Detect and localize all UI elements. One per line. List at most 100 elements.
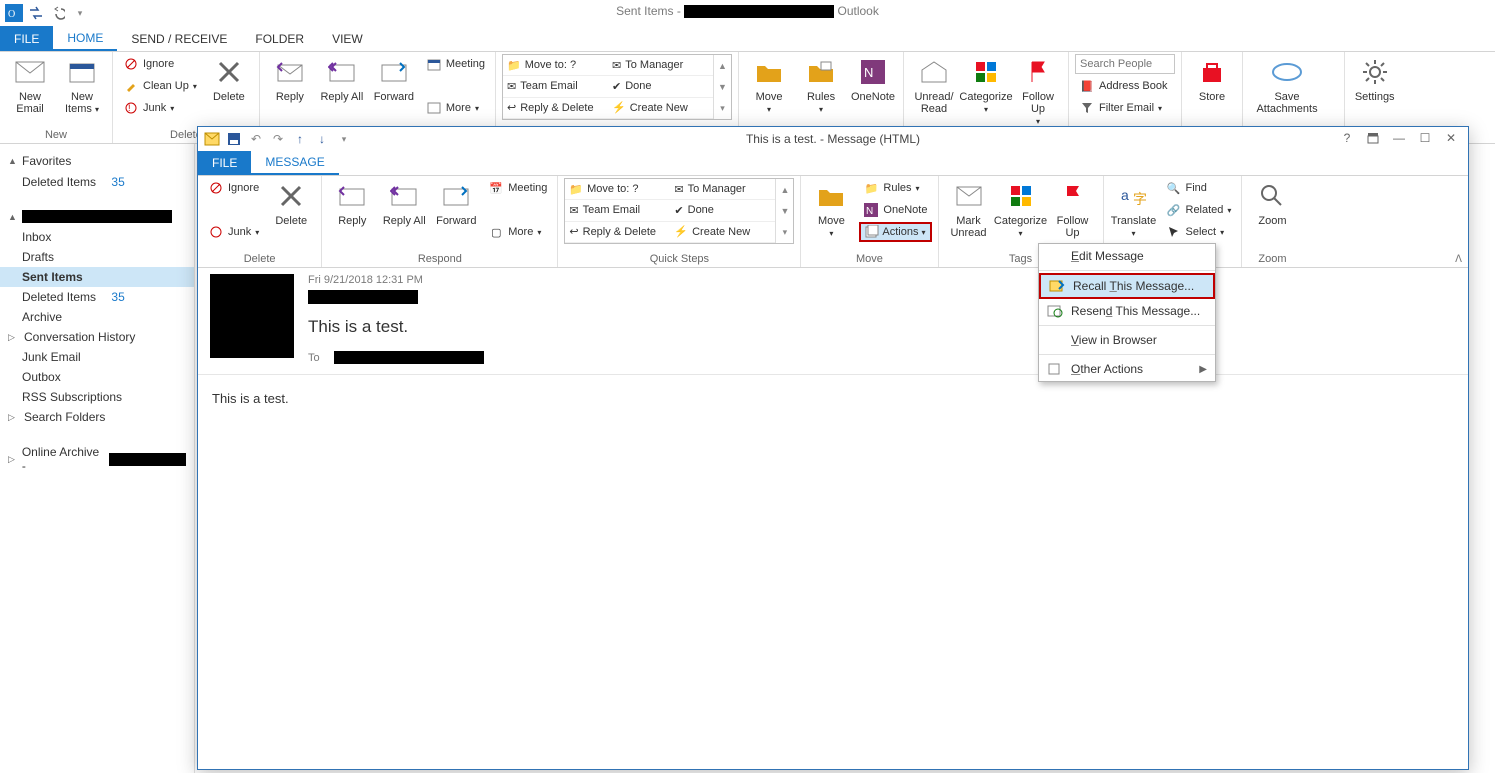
undo-icon[interactable]	[48, 3, 68, 23]
folder-deleted-items[interactable]: Deleted Items 35	[0, 287, 194, 307]
filter-email-button[interactable]: Filter Email▾	[1075, 98, 1175, 118]
qs-teamemail[interactable]: ✉Team Email	[503, 76, 608, 97]
msg-delete-button[interactable]: Delete	[267, 178, 315, 227]
menu-resend-message[interactable]: Resend This Message...	[1039, 299, 1215, 323]
folder-junk-email[interactable]: Junk Email	[0, 347, 194, 367]
menu-view-in-browser[interactable]: View in Browser	[1039, 328, 1215, 352]
folder-inbox[interactable]: Inbox	[0, 227, 194, 247]
undo-icon[interactable]: ↶	[246, 129, 266, 149]
followup-button[interactable]: Follow Up▾	[1014, 54, 1062, 128]
save-attachments-button[interactable]: Save Attachments	[1249, 54, 1325, 115]
qs-createnew[interactable]: ⚡Create New	[608, 98, 713, 119]
more-respond-button[interactable]: More▾	[422, 98, 489, 118]
qs-moveto[interactable]: 📁Move to: ?	[503, 55, 608, 76]
qs-down-arrow[interactable]: ▼	[713, 76, 731, 97]
ribbon-options-icon[interactable]	[1360, 127, 1386, 149]
msg-qs-tomanager[interactable]: ✉To Manager	[670, 179, 775, 200]
new-email-button[interactable]: New Email	[6, 54, 54, 115]
msg-qs-down[interactable]: ▼	[775, 200, 793, 221]
favorites-header[interactable]: ▲Favorites	[0, 150, 194, 172]
msg-ignore-button[interactable]: Ignore	[204, 178, 263, 198]
fav-deleted-items[interactable]: Deleted Items 35	[0, 172, 194, 192]
junk-button[interactable]: !Junk▾	[119, 98, 201, 118]
msg-qs-up[interactable]: ▲	[775, 179, 793, 200]
msg-quick-steps-gallery[interactable]: 📁Move to: ? ✉To Manager ▲ ✉Team Email ✔D…	[564, 178, 794, 244]
new-items-button[interactable]: New Items ▾	[58, 54, 106, 116]
meeting-button[interactable]: Meeting	[422, 54, 489, 74]
msg-meeting-button[interactable]: 📅Meeting	[484, 178, 551, 198]
reply-all-button[interactable]: Reply All	[318, 54, 366, 103]
folder-archive[interactable]: Archive	[0, 307, 194, 327]
folder-outbox[interactable]: Outbox	[0, 367, 194, 387]
msg-qs-more[interactable]: ▾	[775, 222, 793, 243]
find-button[interactable]: 🔍Find	[1162, 178, 1236, 198]
qs-up-arrow[interactable]: ▲	[713, 55, 731, 76]
categorize-button[interactable]: Categorize▾	[962, 54, 1010, 116]
prev-item-icon[interactable]: ↑	[290, 129, 310, 149]
qs-done[interactable]: ✔Done	[608, 76, 713, 97]
redo-icon[interactable]: ↷	[268, 129, 288, 149]
tab-folder[interactable]: FOLDER	[241, 26, 318, 51]
save-icon[interactable]	[224, 129, 244, 149]
cleanup-button[interactable]: Clean Up▾	[119, 76, 201, 96]
folder-conversation-history[interactable]: ▷Conversation History	[0, 327, 194, 347]
related-button[interactable]: 🔗Related▾	[1162, 200, 1236, 220]
msg-reply-all-button[interactable]: Reply All	[380, 178, 428, 227]
msg-tab-file[interactable]: FILE	[198, 151, 251, 175]
qs-tomanager[interactable]: ✉To Manager	[608, 55, 713, 76]
menu-other-actions[interactable]: Other Actions▶	[1039, 357, 1215, 381]
zoom-button[interactable]: Zoom	[1248, 178, 1296, 227]
folder-rss[interactable]: RSS Subscriptions	[0, 387, 194, 407]
msg-actions-button[interactable]: Actions▾	[859, 222, 931, 242]
msg-more-respond-button[interactable]: ▢More▾	[484, 222, 551, 242]
msg-qat-customize-icon[interactable]: ▾	[334, 129, 354, 149]
rules-button[interactable]: Rules▾	[797, 54, 845, 116]
select-button[interactable]: Select▾	[1162, 222, 1236, 242]
unread-read-button[interactable]: Unread/ Read	[910, 54, 958, 115]
folder-drafts[interactable]: Drafts	[0, 247, 194, 267]
msg-onenote-button[interactable]: NOneNote	[859, 200, 931, 220]
qs-more-arrow[interactable]: ▾	[713, 98, 731, 119]
tab-file[interactable]: FILE	[0, 26, 53, 51]
msg-tab-message[interactable]: MESSAGE	[251, 151, 338, 175]
folder-search-folders[interactable]: ▷Search Folders	[0, 407, 194, 427]
msg-categorize-button[interactable]: Categorize▾	[997, 178, 1045, 240]
msg-junk-button[interactable]: Junk▾	[204, 222, 263, 242]
msg-qs-replydelete[interactable]: ↩Reply & Delete	[565, 222, 670, 243]
search-people-input[interactable]	[1075, 54, 1175, 74]
forward-button[interactable]: Forward	[370, 54, 418, 103]
settings-button[interactable]: Settings	[1351, 54, 1399, 103]
qs-replydelete[interactable]: ↩Reply & Delete	[503, 98, 608, 119]
menu-edit-message[interactable]: EEdit Messagedit Message	[1039, 244, 1215, 268]
quick-steps-gallery[interactable]: 📁Move to: ? ✉To Manager ▲ ✉Team Email ✔D…	[502, 54, 732, 120]
minimize-icon[interactable]: —	[1386, 127, 1412, 149]
msg-mark-unread-button[interactable]: Mark Unread	[945, 178, 993, 239]
translate-button[interactable]: a字Translate▾	[1110, 178, 1158, 240]
qat-customize-icon[interactable]: ▾	[70, 3, 90, 23]
maximize-icon[interactable]: ☐	[1412, 127, 1438, 149]
close-icon[interactable]: ✕	[1438, 127, 1464, 149]
msg-reply-button[interactable]: Reply	[328, 178, 376, 227]
sendreceive-icon[interactable]	[26, 3, 46, 23]
address-book-button[interactable]: 📕Address Book	[1075, 76, 1175, 96]
msg-forward-button[interactable]: Forward	[432, 178, 480, 227]
msg-qs-moveto[interactable]: 📁Move to: ?	[565, 179, 670, 200]
msg-rules-button[interactable]: 📁Rules▾	[859, 178, 931, 198]
collapse-ribbon-icon[interactable]: ᐱ	[1455, 254, 1462, 265]
online-archive-header[interactable]: ▷Online Archive -	[0, 441, 194, 477]
msg-move-button[interactable]: Move▾	[807, 178, 855, 240]
help-icon[interactable]: ?	[1334, 127, 1360, 149]
msg-qs-createnew[interactable]: ⚡Create New	[670, 222, 775, 243]
reply-button[interactable]: Reply	[266, 54, 314, 103]
store-button[interactable]: Store	[1188, 54, 1236, 103]
onenote-button[interactable]: NOneNote	[849, 54, 897, 103]
tab-sendreceive[interactable]: SEND / RECEIVE	[117, 26, 241, 51]
folder-sent-items[interactable]: Sent Items	[0, 267, 194, 287]
account-header[interactable]: ▲	[0, 206, 194, 227]
tab-home[interactable]: HOME	[53, 26, 117, 51]
move-button[interactable]: Move▾	[745, 54, 793, 116]
msg-qs-done[interactable]: ✔Done	[670, 200, 775, 221]
menu-recall-message[interactable]: Recall This Message...	[1039, 273, 1215, 299]
ignore-button[interactable]: Ignore	[119, 54, 201, 74]
tab-view[interactable]: VIEW	[318, 26, 377, 51]
